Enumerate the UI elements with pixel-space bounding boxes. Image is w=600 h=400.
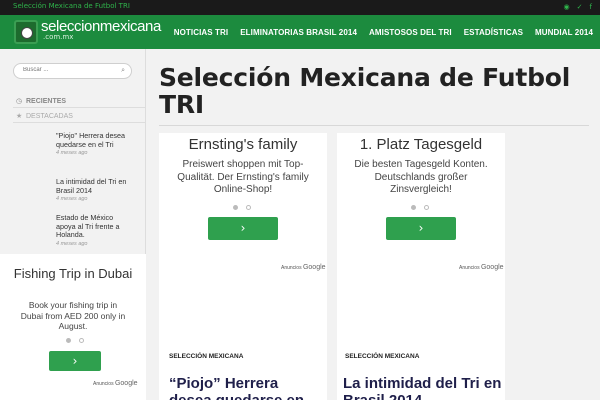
logo-tld: .com.mx: [43, 33, 74, 41]
ads-by-google[interactable]: Anuncios Google: [93, 380, 138, 387]
pager-dot[interactable]: [424, 205, 429, 210]
nav-item-estadisticas[interactable]: ESTADÍSTICAS: [464, 28, 523, 37]
rss-icon[interactable]: ◉: [564, 3, 570, 12]
main-ad-2: 1. Platz Tagesgeld Die besten Tagesgeld …: [337, 133, 505, 343]
soccer-ball-icon: [14, 20, 38, 44]
nav-item-eliminatorias[interactable]: ELIMINATORIAS BRASIL 2014: [240, 28, 357, 37]
ad-pager: [233, 205, 251, 210]
article-category[interactable]: SELECCIÓN MEXICANA: [345, 353, 419, 360]
site-tagline: Selección Mexicana de Futbol TRI: [13, 2, 130, 10]
star-icon: ★: [16, 113, 23, 120]
post-date: 4 meses ago: [56, 150, 88, 157]
post-title[interactable]: "Piojo" Herrera desea quedarse en el Tri: [56, 131, 134, 149]
tab-recientes[interactable]: ◷ RECIENTES: [16, 97, 66, 105]
post-title[interactable]: La intimidad del Tri en Brasil 2014: [56, 177, 134, 195]
ad-go-button[interactable]: ›: [49, 351, 101, 371]
search-input[interactable]: [23, 67, 113, 73]
post-title[interactable]: Estado de México apoya al Tri frente a H…: [56, 213, 134, 240]
search-icon[interactable]: ⌕: [121, 66, 125, 75]
pager-dot[interactable]: [411, 205, 416, 210]
social-links: ◉ ✓ f: [564, 3, 592, 12]
site-logo[interactable]: seleccionmexicana .com.mx: [14, 18, 161, 46]
tab-destacadas[interactable]: ★ DESTACADAS: [16, 112, 73, 120]
sidebar: ⌕ ◷RECIENTES ★DESTACADAS "Piojo" Herrera…: [0, 49, 146, 400]
ad-title[interactable]: Ernsting's family: [159, 136, 327, 154]
article-headline[interactable]: La intimidad del Tri en Brasil 2014: [343, 375, 503, 400]
clock-icon: ◷: [16, 98, 23, 105]
list-item[interactable]: La intimidad del Tri en Brasil 2014 4 me…: [56, 177, 134, 203]
page-title: Selección Mexicana de Futbol TRI: [159, 63, 571, 119]
nav-item-mundial[interactable]: MUNDIAL 2014: [535, 28, 593, 37]
article-category[interactable]: SELECCIÓN MEXICANA: [169, 353, 243, 360]
sidebar-ad: Fishing Trip in Dubai Book your fishing …: [0, 254, 146, 400]
ad-title[interactable]: Fishing Trip in Dubai: [0, 266, 146, 281]
ads-by-google[interactable]: Anuncios Google: [281, 264, 326, 271]
search-box: ⌕: [13, 63, 132, 79]
list-item[interactable]: "Piojo" Herrera desea quedarse en el Tri…: [56, 131, 134, 157]
ad-text[interactable]: Book your fishing trip in Dubai from AED…: [18, 300, 128, 332]
ad-text[interactable]: Die besten Tagesgeld Konten. Deutschland…: [345, 159, 497, 197]
twitter-icon[interactable]: ✓: [577, 3, 583, 12]
divider: [13, 107, 146, 108]
ad-title[interactable]: 1. Platz Tagesgeld: [337, 136, 505, 154]
article-headline[interactable]: “Piojo” Herrera desea quedarse en: [169, 375, 319, 400]
ad-text[interactable]: Preiswert shoppen mit Top-Qualität. Der …: [169, 159, 317, 197]
pager-dot[interactable]: [66, 338, 71, 343]
ad-pager: [66, 338, 84, 343]
post-date: 4 meses ago: [56, 196, 88, 203]
ad-go-button[interactable]: ›: [208, 217, 278, 240]
ad-go-button[interactable]: ›: [386, 217, 456, 240]
main-nav: NOTICIAS TRI ELIMINATORIAS BRASIL 2014 A…: [162, 15, 600, 49]
list-item[interactable]: Estado de México apoya al Tri frente a H…: [56, 213, 134, 247]
nav-item-noticias[interactable]: NOTICIAS TRI: [174, 28, 229, 37]
site-header: seleccionmexicana .com.mx NOTICIAS TRI E…: [0, 15, 600, 49]
ad-pager: [411, 205, 429, 210]
divider: [159, 125, 589, 126]
facebook-icon[interactable]: f: [590, 3, 592, 12]
nav-item-amistosos[interactable]: AMISTOSOS DEL TRI: [369, 28, 452, 37]
article-card-1[interactable]: SELECCIÓN MEXICANA “Piojo” Herrera desea…: [159, 343, 327, 400]
article-card-2[interactable]: SELECCIÓN MEXICANA La intimidad del Tri …: [337, 343, 505, 400]
main-ad-1: Ernsting's family Preiswert shoppen mit …: [159, 133, 327, 343]
pager-dot[interactable]: [233, 205, 238, 210]
pager-dot[interactable]: [79, 338, 84, 343]
pager-dot[interactable]: [246, 205, 251, 210]
divider: [13, 122, 146, 123]
top-bar: Selección Mexicana de Futbol TRI ◉ ✓ f: [0, 0, 600, 15]
ads-by-google[interactable]: Anuncios Google: [459, 264, 504, 271]
post-date: 4 meses ago: [56, 240, 88, 247]
